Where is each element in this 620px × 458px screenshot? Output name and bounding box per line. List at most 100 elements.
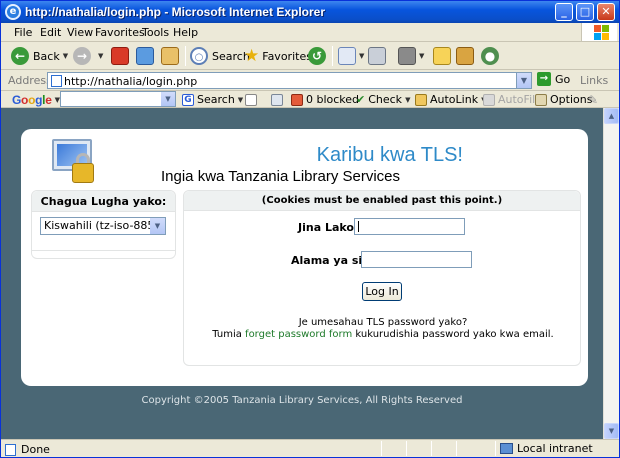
menu-file[interactable]: File: [14, 26, 32, 39]
links-button[interactable]: Links: [580, 74, 608, 87]
autolink-icon: [415, 93, 427, 106]
login-panel: (Cookies must be enabled past this point…: [183, 190, 581, 366]
forgot-password-link[interactable]: forget password form: [245, 329, 352, 340]
notes-icon: [433, 47, 451, 65]
refresh-icon: [136, 47, 154, 65]
pagerank-button[interactable]: [245, 91, 260, 108]
back-arrow-icon: ←: [11, 47, 29, 65]
chevron-down-icon[interactable]: ▼: [150, 218, 165, 234]
google-search-dropdown[interactable]: ▼: [161, 92, 175, 106]
highlight-button[interactable]: [271, 91, 286, 108]
address-label: Address: [8, 74, 52, 87]
language-header: Chagua Lugha yako:: [32, 191, 175, 212]
stop-button[interactable]: [111, 45, 129, 67]
popup-blocker-button[interactable]: 0 blocked: [291, 91, 359, 108]
scroll-down-button[interactable]: ▼: [604, 423, 619, 439]
research-button[interactable]: [456, 45, 474, 67]
chevron-down-icon: ▼: [237, 95, 244, 104]
address-url: http://nathalia/login.php: [64, 75, 198, 88]
go-label: Go: [555, 72, 571, 86]
favorites-label: Favorites: [262, 49, 312, 63]
close-button[interactable]: ✕: [597, 3, 615, 21]
google-search-button[interactable]: G Search ▼: [182, 91, 243, 108]
maximize-button[interactable]: □: [576, 3, 594, 21]
autolink-button[interactable]: AutoLink ▼: [415, 91, 486, 108]
stop-icon: [111, 47, 129, 65]
address-input[interactable]: http://nathalia/login.php ▼: [47, 72, 532, 89]
history-icon: ↺: [308, 47, 326, 65]
popup-blocked-icon: [291, 93, 303, 106]
minimize-button[interactable]: _: [555, 3, 573, 21]
home-button[interactable]: [161, 45, 179, 67]
login-button[interactable]: Log In: [362, 282, 402, 301]
search-icon: ○: [190, 47, 208, 65]
mail-icon: [338, 47, 356, 65]
history-button[interactable]: ↺: [308, 45, 330, 67]
menu-bar: File Edit View Favorites Tools Help: [1, 23, 619, 42]
forgot-password-question: Je umesahau TLS password yako?: [298, 317, 468, 328]
scroll-up-button[interactable]: ▲: [604, 108, 619, 124]
go-arrow-icon: →: [537, 72, 551, 86]
window-title: http://nathalia/login.php - Microsoft In…: [25, 5, 325, 19]
chevron-down-icon: ▼: [359, 52, 365, 60]
ie-window: e http://nathalia/login.php - Microsoft …: [0, 0, 620, 458]
google-g-icon: G: [182, 93, 194, 106]
menu-tools[interactable]: Tools: [142, 26, 169, 39]
google-logo-text: Google: [12, 92, 52, 107]
star-icon: ★: [244, 46, 260, 66]
menu-view[interactable]: View: [67, 26, 93, 39]
password-input[interactable]: [361, 251, 472, 268]
home-icon: [161, 47, 179, 65]
google-search-input[interactable]: ▼: [60, 91, 176, 107]
forgot-post-text: kukurudishia password yako kwa email.: [355, 329, 554, 340]
go-button[interactable]: → Go: [537, 72, 570, 86]
forward-button[interactable]: → ▼: [73, 45, 103, 67]
check-label: Check: [368, 93, 403, 106]
standard-toolbar: ← Back ▼ → ▼ ○ Search ★ Favorites ↺ ▼ ▼ …: [1, 42, 619, 70]
edit-button[interactable]: ▼: [398, 45, 424, 67]
menu-edit[interactable]: Edit: [40, 26, 61, 39]
favorites-button[interactable]: ★ Favorites: [244, 45, 312, 67]
title-bar[interactable]: e http://nathalia/login.php - Microsoft …: [1, 1, 619, 23]
menu-favorites[interactable]: Favorites: [95, 26, 145, 39]
google-toolbar: Google ▼ ▼ G Search ▼ 0 blocked ✔ Check …: [1, 91, 619, 108]
back-button[interactable]: ← Back ▼: [11, 45, 68, 67]
back-label: Back: [33, 49, 60, 63]
pagerank-icon: [245, 93, 257, 106]
zone-text: Local intranet: [517, 442, 593, 455]
username-input[interactable]: [354, 218, 465, 235]
discuss-button[interactable]: [433, 45, 451, 67]
status-bar: Done Local intranet: [1, 439, 619, 457]
printer-icon: [368, 47, 386, 65]
language-panel: Chagua Lugha yako: Kiswahili (tz-iso-885…: [31, 190, 176, 259]
chevron-down-icon: ▼: [98, 52, 104, 60]
options-button[interactable]: Options: [535, 91, 592, 108]
autofill-button[interactable]: AutoFill: [483, 91, 538, 108]
language-select[interactable]: Kiswahili (tz-iso-8859-1) ▼: [40, 217, 166, 235]
security-zone: Local intranet: [500, 442, 593, 455]
options-label: Options: [550, 93, 593, 106]
google-search-label: Search: [197, 93, 235, 106]
chevron-down-icon: ▼: [405, 95, 411, 104]
highlight-icon: [271, 93, 283, 106]
autofill-label: AutoFill: [498, 93, 539, 106]
forward-arrow-icon: →: [73, 47, 91, 65]
text-cursor: [358, 221, 359, 232]
print-button[interactable]: [368, 45, 386, 67]
checkmark-icon: ✔: [356, 93, 366, 106]
chevron-down-icon: ▼: [419, 52, 425, 60]
refresh-button[interactable]: [136, 45, 154, 67]
pencil-button[interactable]: ✎: [588, 91, 598, 108]
search-button[interactable]: ○ Search: [190, 45, 250, 67]
menu-help[interactable]: Help: [173, 26, 198, 39]
spell-check-button[interactable]: ✔ Check ▼: [356, 91, 410, 108]
messenger-button[interactable]: ●: [481, 45, 503, 67]
mail-button[interactable]: ▼: [338, 45, 364, 67]
username-label: Jina Lako:: [298, 221, 359, 234]
address-dropdown-button[interactable]: ▼: [516, 73, 531, 88]
forgot-password-instructions: Tumia forget password form kukurudishia …: [184, 329, 582, 340]
intranet-icon: [500, 443, 513, 454]
edit-icon: [398, 47, 416, 65]
vertical-scrollbar[interactable]: ▲ ▼: [603, 108, 619, 439]
google-logo[interactable]: Google ▼: [12, 91, 60, 108]
